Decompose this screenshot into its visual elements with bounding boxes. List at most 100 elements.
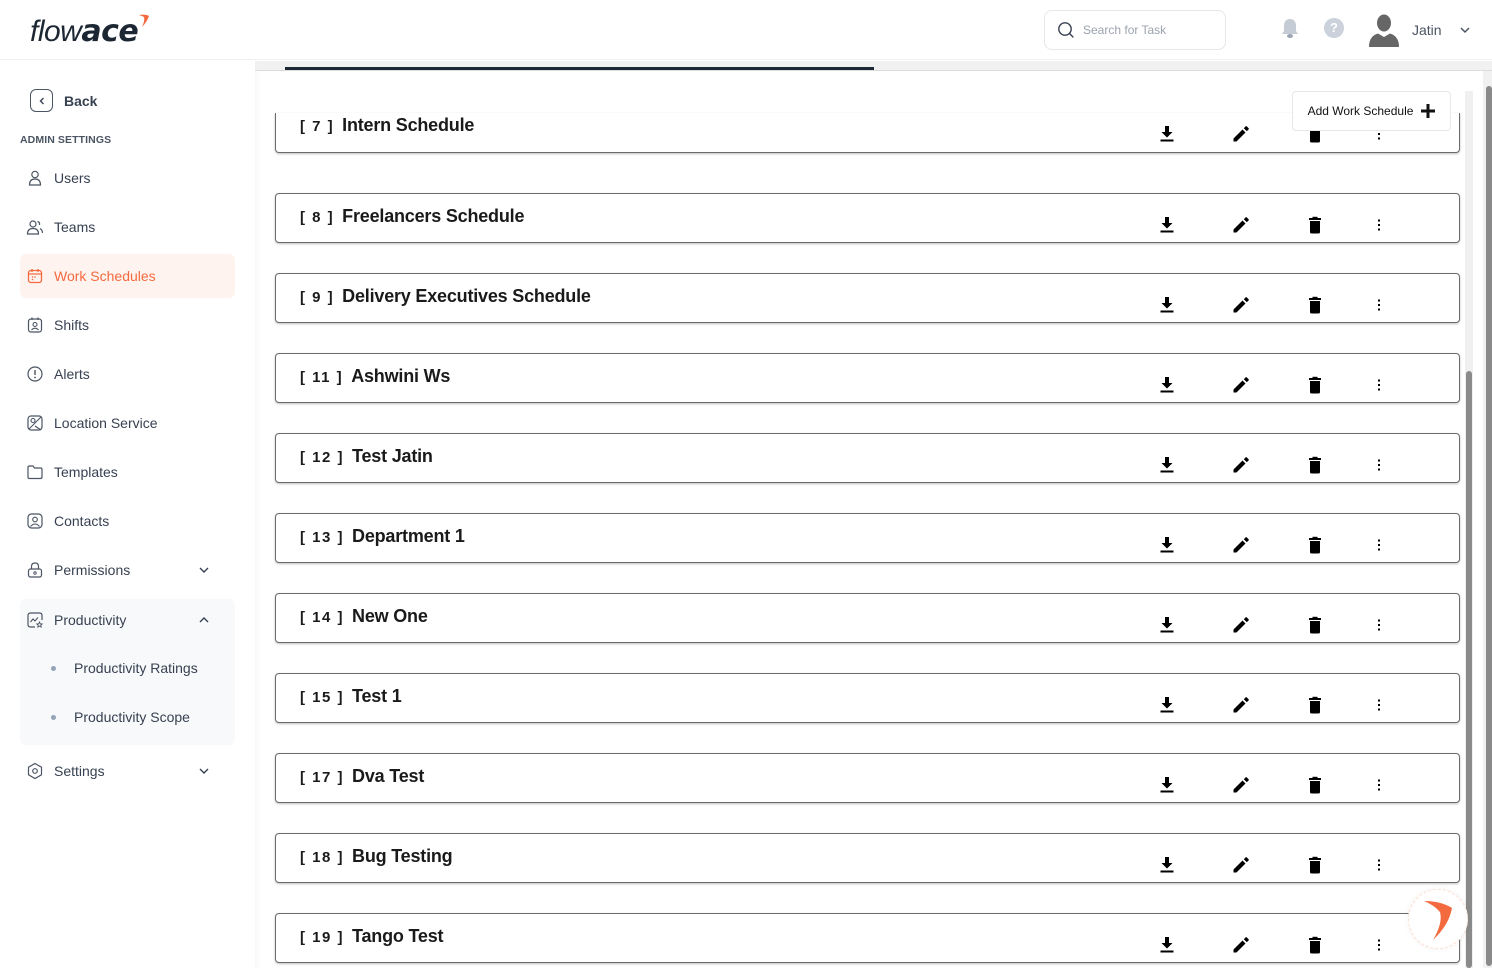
- avatar[interactable]: [1366, 12, 1402, 48]
- page-scrollbar-thumb[interactable]: [1486, 86, 1492, 966]
- sidebar-item-alerts[interactable]: Alerts: [20, 352, 235, 396]
- delete-icon[interactable]: [1304, 454, 1326, 476]
- sidebar-item-productivity[interactable]: Productivity: [20, 598, 235, 642]
- edit-icon[interactable]: [1230, 294, 1252, 316]
- sidebar-item-permissions[interactable]: Permissions: [20, 548, 235, 592]
- bullet-dot: [51, 665, 56, 671]
- delete-icon[interactable]: [1304, 534, 1326, 556]
- more-vertical-icon[interactable]: [1368, 614, 1390, 636]
- schedule-row[interactable]: [ 14 ] New One: [275, 593, 1460, 643]
- sidebar-item-label: Productivity: [54, 612, 127, 628]
- schedule-row[interactable]: [ 11 ] Ashwini Ws: [275, 353, 1460, 403]
- schedule-row[interactable]: [ 8 ] Freelancers Schedule: [275, 193, 1460, 243]
- schedule-title: [ 13 ] Department 1: [300, 526, 465, 547]
- delete-icon[interactable]: [1304, 294, 1326, 316]
- download-icon[interactable]: [1156, 534, 1178, 556]
- download-icon[interactable]: [1156, 854, 1178, 876]
- search-box[interactable]: [1044, 10, 1226, 50]
- sidebar-item-label: Templates: [54, 464, 118, 480]
- download-icon[interactable]: [1156, 214, 1178, 236]
- download-icon[interactable]: [1156, 694, 1178, 716]
- back-label: Back: [64, 92, 98, 109]
- chevron-left-icon: [30, 89, 53, 112]
- schedule-title: [ 11 ] Ashwini Ws: [300, 366, 450, 387]
- download-icon[interactable]: [1156, 934, 1178, 956]
- sidebar-item-label: Permissions: [54, 562, 131, 578]
- more-vertical-icon[interactable]: [1368, 854, 1390, 876]
- sidebar-item-label: Shifts: [54, 317, 90, 333]
- edit-icon[interactable]: [1230, 774, 1252, 796]
- schedule-row[interactable]: [ 9 ] Delivery Executives Schedule: [275, 273, 1460, 323]
- flowace-assistant-button[interactable]: [1408, 889, 1468, 949]
- edit-icon[interactable]: [1230, 214, 1252, 236]
- download-icon[interactable]: [1156, 123, 1178, 145]
- sidebar-subitem-productivity-scope[interactable]: Productivity Scope: [20, 697, 235, 737]
- back-button[interactable]: Back: [30, 89, 97, 112]
- schedule-row[interactable]: [ 15 ] Test 1: [275, 673, 1460, 723]
- download-icon[interactable]: [1156, 614, 1178, 636]
- more-vertical-icon[interactable]: [1368, 534, 1390, 556]
- schedule-name: Department 1: [352, 526, 465, 546]
- delete-icon[interactable]: [1304, 934, 1326, 956]
- sidebar-item-shifts[interactable]: Shifts: [20, 303, 235, 347]
- schedule-row[interactable]: [ 19 ] Tango Test: [275, 913, 1460, 963]
- list-scrollbar-thumb[interactable]: [1466, 371, 1472, 968]
- download-icon[interactable]: [1156, 374, 1178, 396]
- edit-icon[interactable]: [1230, 854, 1252, 876]
- plus-icon: [1421, 104, 1436, 118]
- search-input[interactable]: [1083, 23, 1213, 37]
- edit-icon[interactable]: [1230, 614, 1252, 636]
- delete-icon[interactable]: [1304, 774, 1326, 796]
- help-icon[interactable]: ?: [1324, 18, 1344, 38]
- schedule-row[interactable]: [ 13 ] Department 1: [275, 513, 1460, 563]
- sidebar-item-label: Location Service: [54, 415, 158, 431]
- add-work-schedule-button[interactable]: Add Work Schedule: [1292, 91, 1451, 131]
- schedule-name: Dva Test: [352, 766, 425, 786]
- schedule-id: [ 17 ]: [300, 769, 345, 786]
- schedule-title: [ 7 ] Intern Schedule: [300, 115, 474, 136]
- edit-icon[interactable]: [1230, 934, 1252, 956]
- delete-icon[interactable]: [1304, 614, 1326, 636]
- download-icon[interactable]: [1156, 774, 1178, 796]
- more-vertical-icon[interactable]: [1368, 934, 1390, 956]
- sidebar-item-label: Settings: [54, 763, 105, 779]
- sidebar-item-teams[interactable]: Teams: [20, 205, 235, 249]
- more-vertical-icon[interactable]: [1368, 454, 1390, 476]
- more-vertical-icon[interactable]: [1368, 374, 1390, 396]
- edit-icon[interactable]: [1230, 123, 1252, 145]
- flowace-logo[interactable]: flowace: [30, 10, 149, 50]
- edit-icon[interactable]: [1230, 534, 1252, 556]
- edit-icon[interactable]: [1230, 454, 1252, 476]
- schedule-id: [ 8 ]: [300, 209, 335, 226]
- edit-icon[interactable]: [1230, 694, 1252, 716]
- edit-icon[interactable]: [1230, 374, 1252, 396]
- schedule-name: Test 1: [352, 686, 402, 706]
- bell-icon[interactable]: [1280, 17, 1300, 39]
- folder-icon: [26, 463, 44, 481]
- download-icon[interactable]: [1156, 294, 1178, 316]
- sidebar-item-location-service[interactable]: Location Service: [20, 401, 235, 445]
- schedule-row[interactable]: [ 17 ] Dva Test: [275, 753, 1460, 803]
- section-label: ADMIN SETTINGS: [20, 134, 112, 146]
- delete-icon[interactable]: [1304, 214, 1326, 236]
- user-name[interactable]: Jatin: [1412, 22, 1442, 38]
- sidebar-item-work-schedules[interactable]: Work Schedules: [20, 254, 235, 298]
- delete-icon[interactable]: [1304, 694, 1326, 716]
- more-vertical-icon[interactable]: [1368, 294, 1390, 316]
- more-vertical-icon[interactable]: [1368, 694, 1390, 716]
- sidebar-subitem-productivity-ratings[interactable]: Productivity Ratings: [20, 648, 235, 688]
- chevron-down-icon[interactable]: [1459, 24, 1471, 36]
- download-icon[interactable]: [1156, 454, 1178, 476]
- delete-icon[interactable]: [1304, 854, 1326, 876]
- sidebar-item-contacts[interactable]: Contacts: [20, 499, 235, 543]
- schedule-row[interactable]: [ 18 ] Bug Testing: [275, 833, 1460, 883]
- schedule-row[interactable]: [ 12 ] Test Jatin: [275, 433, 1460, 483]
- sidebar-item-settings[interactable]: Settings: [20, 749, 235, 793]
- more-vertical-icon[interactable]: [1368, 214, 1390, 236]
- sidebar-item-users[interactable]: Users: [20, 156, 235, 200]
- schedule-row[interactable]: [ 7 ] Intern Schedule: [275, 113, 1460, 153]
- delete-icon[interactable]: [1304, 374, 1326, 396]
- more-vertical-icon[interactable]: [1368, 774, 1390, 796]
- productivity-group: Productivity Productivity Ratings Produc…: [20, 599, 235, 745]
- sidebar-item-templates[interactable]: Templates: [20, 450, 235, 494]
